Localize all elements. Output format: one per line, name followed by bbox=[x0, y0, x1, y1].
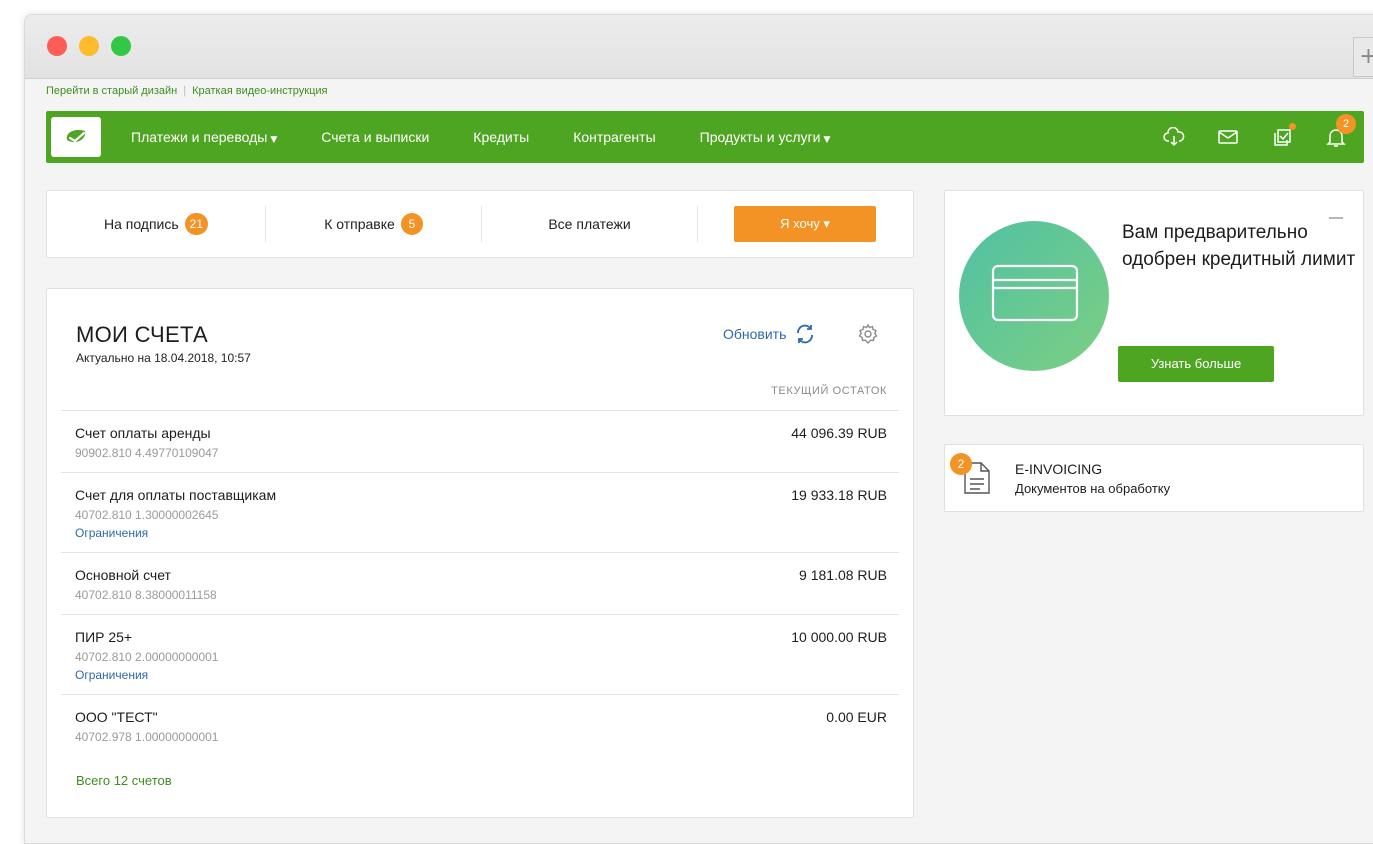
old-design-link[interactable]: Перейти в старый дизайн bbox=[46, 85, 177, 97]
nav-item-counterparties[interactable]: Контрагенты bbox=[573, 129, 655, 145]
credit-card-icon bbox=[991, 264, 1079, 322]
tab-label: К отправке bbox=[324, 216, 395, 232]
account-row[interactable]: Счет оплаты аренды 90902.810 4.497701090… bbox=[61, 410, 899, 472]
tab-to-sign[interactable]: На подпись 21 bbox=[47, 206, 265, 242]
bank-logo[interactable] bbox=[51, 117, 101, 157]
count-badge: 5 bbox=[400, 213, 423, 235]
restrictions-link[interactable]: Ограничения bbox=[75, 526, 885, 540]
account-number: 40702.978 1.00000000001 bbox=[75, 730, 219, 744]
page-content: Перейти в старый дизайн | Краткая видео-ин… bbox=[24, 14, 1373, 830]
account-row[interactable]: ПИР 25+ 40702.810 2.00000000001 Ограниче… bbox=[61, 614, 899, 694]
main-navbar: Платежи и переводы ▼ Счета и выписки Кред… bbox=[46, 111, 1364, 163]
account-balance: 9 181.08 RUB bbox=[799, 567, 887, 583]
learn-more-button[interactable]: Узнать больше bbox=[1118, 346, 1274, 382]
i-want-button[interactable]: Я хочу ▾ bbox=[734, 206, 876, 242]
account-row[interactable]: Основной счет 40702.810 8.38000011158 9 … bbox=[61, 552, 899, 614]
promo-title: Вам предварительно одобрен кредитный лим… bbox=[1122, 222, 1356, 270]
logo-icon bbox=[66, 130, 86, 143]
account-balance: 44 096.39 RUB bbox=[791, 425, 887, 441]
restrictions-link[interactable]: Ограничения bbox=[75, 668, 885, 682]
tab-label: На подпись bbox=[103, 216, 179, 232]
account-number: 90902.810 4.49770109047 bbox=[75, 446, 219, 460]
page-title: МОИ СЧЕТА bbox=[76, 322, 208, 347]
account-name: Счет для оплаты поставщикам bbox=[75, 487, 277, 503]
tab-label: Все платежи bbox=[548, 216, 631, 232]
account-name: ПИР 25+ bbox=[75, 629, 133, 645]
nav-icons: 2 bbox=[1162, 111, 1356, 163]
balance-column-header: ТЕКУЩИЙ ОСТАТОК bbox=[771, 385, 887, 397]
account-name: Основной счет bbox=[75, 567, 171, 583]
divider bbox=[697, 206, 698, 242]
account-balance: 19 933.18 RUB bbox=[791, 487, 887, 503]
document-count-badge: 2 bbox=[950, 453, 972, 475]
payment-tabs: На подпись 21 К отправке 5 Все платежи Я… bbox=[46, 190, 914, 258]
top-links: Перейти в старый дизайн | Краткая видео-ин… bbox=[46, 85, 328, 97]
refresh-button[interactable]: Обновить bbox=[723, 323, 816, 345]
unread-indicator bbox=[1289, 123, 1296, 130]
einvoicing-subtitle: Документов на обработку bbox=[1015, 481, 1171, 496]
credit-limit-promo: Вам предварительно одобрен кредитный лим… bbox=[944, 190, 1364, 416]
mail-icon[interactable] bbox=[1216, 125, 1240, 149]
chevron-down-icon: ▼ bbox=[823, 135, 831, 145]
account-number: 40702.810 1.30000002645 bbox=[75, 508, 219, 522]
link-separator: | bbox=[183, 85, 187, 97]
nav-item-payments[interactable]: Платежи и переводы ▼ bbox=[131, 129, 277, 145]
video-guide-link[interactable]: Краткая видео-инструкция bbox=[192, 85, 327, 97]
cloud-download-icon[interactable] bbox=[1162, 125, 1186, 149]
nav-item-label: Счета и выписки bbox=[321, 129, 430, 145]
nav-item-label: Контрагенты bbox=[573, 129, 656, 145]
updated-timestamp: Актуально на 18.04.2018, 10:57 bbox=[76, 351, 251, 365]
nav-item-credits[interactable]: Кредиты bbox=[473, 129, 529, 145]
my-accounts-card: МОИ СЧЕТА Актуально на 18.04.2018, 10:57… bbox=[46, 288, 914, 818]
tab-to-send[interactable]: К отправке 5 bbox=[266, 206, 481, 242]
nav-menu: Платежи и переводы ▼ Счета и выписки Кред… bbox=[131, 129, 874, 145]
account-number: 40702.810 2.00000000001 bbox=[75, 650, 219, 664]
e-invoicing-widget[interactable]: 2 E-INVOICING Документов на обработку bbox=[944, 444, 1364, 512]
tasks-check-icon[interactable] bbox=[1270, 123, 1296, 149]
einvoicing-title: E-INVOICING bbox=[1015, 461, 1103, 477]
refresh-label: Обновить bbox=[723, 326, 787, 342]
account-row[interactable]: ООО "ТЕСТ" 40702.978 1.00000000001 0.00 … bbox=[61, 694, 899, 756]
notification-count-badge: 2 bbox=[1336, 114, 1356, 134]
nav-item-label: Платежи и переводы bbox=[131, 129, 268, 145]
account-number: 40702.810 8.38000011158 bbox=[75, 588, 217, 602]
chevron-down-icon: ▼ bbox=[270, 135, 278, 145]
nav-item-label: Кредиты bbox=[473, 129, 530, 145]
account-name: Счет оплаты аренды bbox=[75, 425, 211, 441]
all-accounts-link[interactable]: Всего 12 счетов bbox=[76, 773, 172, 788]
nav-item-products[interactable]: Продукты и услуги ▼ bbox=[700, 129, 831, 145]
refresh-icon bbox=[797, 324, 814, 344]
gear-icon[interactable] bbox=[857, 323, 879, 350]
account-name: ООО "ТЕСТ" bbox=[75, 709, 158, 725]
account-row[interactable]: Счет для оплаты поставщикам 40702.810 1.… bbox=[61, 472, 899, 552]
account-balance: 0.00 EUR bbox=[826, 709, 887, 725]
nav-item-label: Продукты и услуги bbox=[699, 129, 821, 145]
accounts-list: Счет оплаты аренды 90902.810 4.497701090… bbox=[61, 410, 899, 756]
count-badge: 21 bbox=[184, 213, 209, 235]
account-balance: 10 000.00 RUB bbox=[791, 629, 887, 645]
bell-icon[interactable]: 2 bbox=[1324, 114, 1356, 149]
nav-item-accounts[interactable]: Счета и выписки bbox=[321, 129, 429, 145]
tab-all-payments[interactable]: Все платежи bbox=[482, 206, 697, 242]
